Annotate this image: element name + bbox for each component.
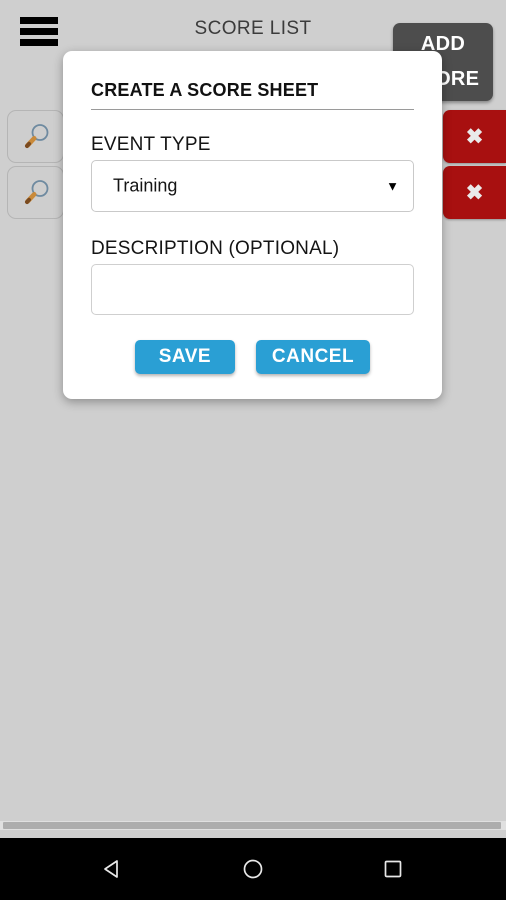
save-button[interactable]: SAVE: [134, 340, 235, 374]
android-navigation-bar: [0, 838, 506, 900]
home-circle-icon: [243, 859, 263, 879]
event-type-select[interactable]: Training ▼: [91, 160, 414, 212]
dialog-actions: SAVE CANCEL: [63, 340, 442, 374]
recents-square-icon: [384, 860, 402, 878]
description-input[interactable]: [91, 264, 414, 315]
cancel-button[interactable]: CANCEL: [255, 340, 371, 374]
app-content: SCORE LIST ADD SCORE ✖ ✖ CREATE A SCORE …: [0, 0, 506, 838]
nav-back-button[interactable]: [68, 838, 158, 900]
chevron-down-icon: ▼: [386, 178, 399, 194]
device-screen: SCORE LIST ADD SCORE ✖ ✖ CREATE A SCORE …: [0, 0, 506, 900]
back-triangle-icon: [104, 860, 118, 878]
description-label: DESCRIPTION (OPTIONAL): [91, 238, 340, 259]
event-type-selected-value: Training: [113, 175, 178, 196]
event-type-label: EVENT TYPE: [91, 134, 211, 155]
nav-recents-button[interactable]: [348, 838, 438, 900]
modal-overlay: CREATE A SCORE SHEET EVENT TYPE Training…: [0, 0, 506, 838]
dialog-title: CREATE A SCORE SHEET: [91, 80, 414, 110]
nav-home-button[interactable]: [208, 838, 298, 900]
create-score-sheet-dialog: CREATE A SCORE SHEET EVENT TYPE Training…: [63, 51, 442, 399]
